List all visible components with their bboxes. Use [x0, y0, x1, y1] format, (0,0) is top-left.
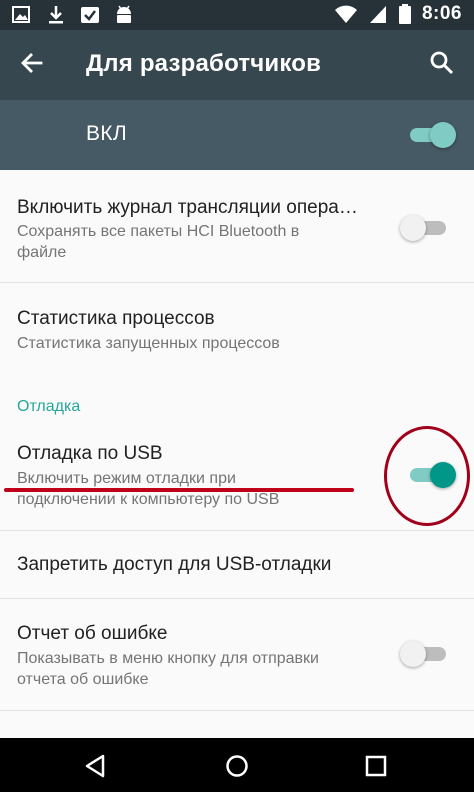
master-switch-bar: ВКЛ	[0, 100, 474, 170]
setting-title: Отладка по USB	[17, 443, 163, 464]
setting-subtitle: Статистика запущенных процессов	[17, 335, 280, 352]
list-item-bug-report[interactable]: Отчет об ошибке Показывать в меню кнопку…	[0, 599, 474, 709]
setting-title: Статистика процессов	[17, 308, 215, 329]
system-icons: 8:06	[334, 3, 462, 25]
toggle-thumb	[430, 122, 456, 148]
divider	[0, 710, 474, 711]
back-button[interactable]	[10, 41, 54, 85]
back-triangle-icon	[85, 754, 105, 778]
android-icon	[117, 5, 131, 23]
nav-home-button[interactable]	[217, 746, 257, 786]
status-bar: 8:06	[0, 0, 474, 30]
setting-title: Включить журнал трансляции опера…	[17, 197, 358, 218]
download-icon	[49, 6, 63, 24]
list-item-process-stats[interactable]: Статистика процессов Статистика запущенн…	[0, 283, 474, 369]
app-toolbar: Для разработчиков	[0, 30, 474, 100]
master-switch-label: ВКЛ	[86, 122, 127, 145]
notification-icons	[12, 4, 134, 26]
wifi-icon	[334, 5, 357, 23]
annotation-circle	[384, 426, 470, 526]
toggle-thumb	[400, 641, 426, 667]
developer-options-screen: 8:06 Для разработчиков ВКЛ Включить журн…	[0, 0, 474, 792]
arrow-left-icon	[21, 53, 43, 73]
setting-title: Отчет об ошибке	[17, 623, 168, 644]
setting-subtitle-line2: файле	[17, 244, 67, 261]
gallery-check-icon	[81, 7, 99, 23]
clock: 8:06	[421, 3, 462, 24]
search-button[interactable]	[420, 41, 464, 85]
list-item-hci-log[interactable]: Включить журнал трансляции опера… Сохран…	[0, 170, 474, 282]
image-icon	[12, 6, 30, 23]
setting-title: Запретить доступ для USB-отладки	[17, 554, 332, 575]
setting-subtitle-line1: Показывать в меню кнопку для отправки	[17, 650, 319, 667]
bug-report-toggle[interactable]	[400, 641, 450, 667]
nav-recents-button[interactable]	[356, 746, 396, 786]
master-switch-toggle[interactable]	[406, 122, 456, 148]
setting-subtitle-line1: Сохранять все пакеты HCI Bluetooth в	[17, 223, 300, 240]
annotation-underline	[4, 488, 354, 492]
section-header-debugging: Отладка	[17, 398, 81, 415]
navigation-bar	[0, 738, 474, 792]
setting-subtitle-line2: подключении к компьютеру по USB	[17, 491, 280, 508]
setting-subtitle-line1: Включить режим отладки при	[17, 470, 236, 487]
toggle-thumb	[400, 215, 426, 241]
search-icon	[430, 51, 454, 75]
signal-icon	[369, 6, 386, 23]
hci-log-toggle[interactable]	[400, 215, 450, 241]
nav-back-button[interactable]	[76, 746, 116, 786]
page-title: Для разработчиков	[86, 50, 322, 77]
list-item-revoke-usb-debugging[interactable]: Запретить доступ для USB-отладки	[0, 531, 474, 598]
battery-icon	[398, 4, 411, 24]
home-circle-icon	[226, 755, 248, 777]
recents-square-icon	[365, 755, 387, 777]
setting-subtitle-line2: отчета об ошибке	[17, 671, 149, 688]
